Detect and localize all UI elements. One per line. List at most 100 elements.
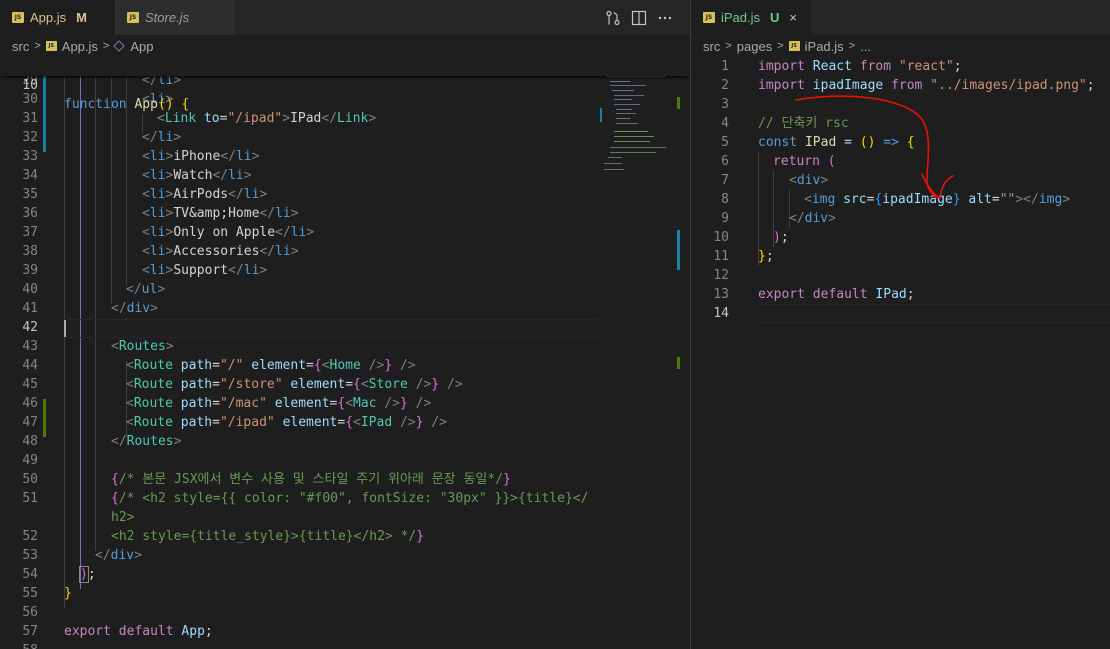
minimap-change-marker	[600, 108, 602, 122]
code-row[interactable]: 55}	[0, 584, 690, 603]
code-line: <h2 style={title_style}>{title}</h2> */}	[111, 529, 425, 544]
code-row[interactable]: 35 <li>AirPods</li>	[0, 185, 690, 204]
code-line: <li>Only on Apple</li>	[142, 225, 315, 240]
code-row[interactable]: 45 <Route path="/store" element={<Store /…	[0, 375, 690, 394]
code-row[interactable]: 7 <div>	[691, 171, 1110, 190]
code-row[interactable]: 6 return (	[691, 152, 1110, 171]
code-line: </div>	[789, 211, 836, 226]
code-row[interactable]: 14	[691, 304, 1110, 323]
left-tab-bar: JS App.js M JS Store.js	[0, 0, 690, 35]
line-number: 39	[22, 263, 38, 278]
breadcrumb-item[interactable]: App	[130, 39, 153, 54]
more-icon[interactable]	[657, 10, 673, 26]
code-row[interactable]: 38 <li>Accessories</li>	[0, 242, 690, 261]
code-row[interactable]: 48 </Routes>	[0, 432, 690, 451]
code-row[interactable]: 36 <li>TV&amp;Home</li>	[0, 204, 690, 223]
code-line: <li>Watch</li>	[142, 168, 252, 183]
code-row[interactable]: 33 <li>iPhone</li>	[0, 147, 690, 166]
code-row[interactable]: 3	[691, 95, 1110, 114]
code-row[interactable]: 43 <Routes>	[0, 337, 690, 356]
line-number: 3	[721, 97, 729, 112]
breadcrumb-item[interactable]: iPad.js	[805, 39, 844, 54]
chevron-right-icon: >	[777, 40, 784, 52]
code-row[interactable]: 40 </ul>	[0, 280, 690, 299]
code-line: h2>	[111, 510, 135, 525]
line-number: 10	[713, 230, 729, 245]
code-row[interactable]: 34 <li>Watch</li>	[0, 166, 690, 185]
tab-ipad-js[interactable]: JS iPad.js U ×	[691, 0, 811, 35]
line-number: 42	[22, 320, 38, 335]
code-row[interactable]: 9 </div>	[691, 209, 1110, 228]
tab-label: Store.js	[145, 10, 190, 25]
line-number: 10	[22, 78, 38, 93]
code-line: export default IPad;	[758, 287, 915, 302]
code-row[interactable]: 32 </li>	[0, 128, 690, 147]
code-line: <li>TV&amp;Home</li>	[142, 206, 299, 221]
tab-app-js[interactable]: JS App.js M	[0, 0, 115, 35]
breadcrumb-item[interactable]: ...	[860, 39, 871, 54]
code-line: import React from "react";	[758, 59, 962, 74]
code-editor[interactable]: 10 function App() { 29</li> 30<li> 31<Li…	[0, 57, 690, 649]
code-row[interactable]: 47 <Route path="/ipad" element={<IPad />}…	[0, 413, 690, 432]
code-line: import ipadImage from "../images/ipad.pn…	[758, 78, 1095, 93]
code-row[interactable]: 57 export default App;	[0, 622, 690, 641]
sticky-scroll-line[interactable]: 10 function App() {	[0, 57, 690, 112]
code-row[interactable]: 54);	[0, 565, 690, 584]
code-line: </ul>	[126, 282, 166, 297]
symbol-method-icon	[113, 40, 126, 52]
code-line: <Routes>	[111, 339, 174, 354]
code-row[interactable]: 11};	[691, 247, 1110, 266]
line-number: 5	[721, 135, 729, 150]
code-row[interactable]: 41 </div>	[0, 299, 690, 318]
code-row[interactable]: 10);	[691, 228, 1110, 247]
left-editor-group: JS App.js M JS Store.js src > JS App.js …	[0, 0, 690, 649]
code-editor[interactable]: 1 import React from "react"; 2 import ipad…	[691, 57, 1110, 649]
untracked-badge: U	[770, 10, 780, 25]
code-row[interactable]: 58	[0, 641, 690, 649]
code-line: function App() {	[64, 97, 190, 112]
code-line: </Routes>	[111, 434, 182, 449]
line-number: 57	[22, 624, 38, 639]
code-row[interactable]: 2 import ipadImage from "../images/ipad.p…	[691, 76, 1110, 95]
code-row[interactable]: 37 <li>Only on Apple</li>	[0, 223, 690, 242]
code-row[interactable]: 49	[0, 451, 690, 470]
code-row[interactable]: 39 <li>Support</li>	[0, 261, 690, 280]
line-number: 45	[22, 377, 38, 392]
code-row[interactable]: h2>	[0, 508, 690, 527]
line-number: 7	[721, 173, 729, 188]
code-row[interactable]: 12	[691, 266, 1110, 285]
code-row[interactable]: 1 import React from "react";	[691, 57, 1110, 76]
breadcrumb-item[interactable]: src	[12, 39, 29, 54]
code-row[interactable]: 46 <Route path="/mac" element={<Mac />} /…	[0, 394, 690, 413]
line-number: 40	[22, 282, 38, 297]
code-line: <Link to="/ipad">IPad</Link>	[157, 111, 377, 126]
breadcrumb-item[interactable]: pages	[737, 39, 772, 54]
js-file-icon: JS	[127, 12, 139, 23]
code-row[interactable]: 53 </div>	[0, 546, 690, 565]
code-row[interactable]: 52 <h2 style={title_style}>{title}</h2> *…	[0, 527, 690, 546]
code-row[interactable]: 51 {/* <h2 style={{ color: "#f00", fontSi…	[0, 489, 690, 508]
code-row[interactable]: 8 <img src={ipadImage} alt=""></img>	[691, 190, 1110, 209]
code-row[interactable]: 44 <Route path="/" element={<Home />} />	[0, 356, 690, 375]
split-editor-icon[interactable]	[631, 10, 647, 26]
breadcrumb-item[interactable]: src	[703, 39, 720, 54]
code-line: return (	[773, 154, 836, 169]
source-control-icon[interactable]	[605, 10, 621, 26]
code-row[interactable]: 42	[0, 318, 690, 337]
code-line: <Route path="/mac" element={<Mac />} />	[126, 396, 432, 411]
line-number: 55	[22, 586, 38, 601]
code-row[interactable]: 56	[0, 603, 690, 622]
code-row[interactable]: 4 // 단축키 rsc	[691, 114, 1110, 133]
code-row[interactable]: 5 const IPad = () => {	[691, 133, 1110, 152]
tab-store-js[interactable]: JS Store.js	[115, 0, 235, 35]
line-number: 36	[22, 206, 38, 221]
code-row[interactable]: 50 {/* 본문 JSX에서 변수 사용 및 스타일 주기 위아래 문장 동일*…	[0, 470, 690, 489]
code-row[interactable]: 13 export default IPad;	[691, 285, 1110, 304]
close-icon[interactable]: ×	[789, 10, 797, 25]
line-number: 38	[22, 244, 38, 259]
breadcrumb-item[interactable]: App.js	[62, 39, 98, 54]
code-line: </div>	[95, 548, 142, 563]
line-number: 4	[721, 116, 729, 131]
line-number: 33	[22, 149, 38, 164]
line-number: 2	[721, 78, 729, 93]
